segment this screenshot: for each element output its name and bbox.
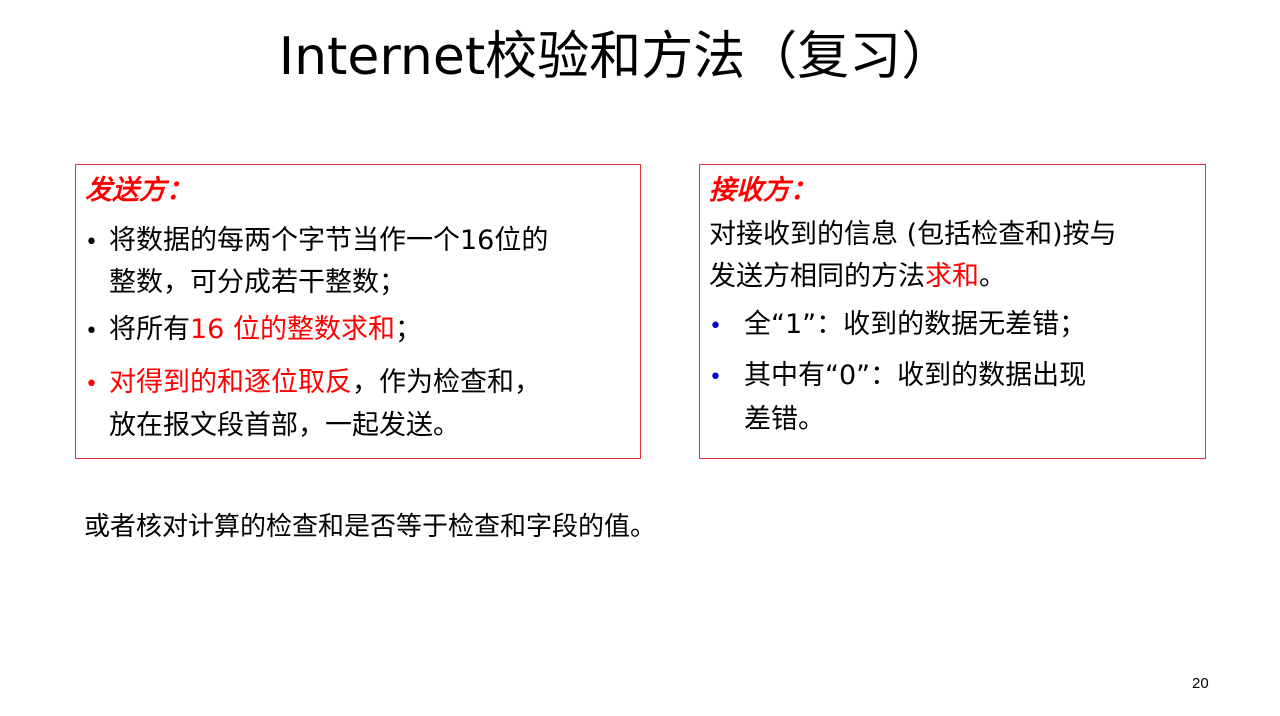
sender-bullet-1-line-1: 将数据的每两个字节当作一个16位的	[109, 225, 549, 256]
sender-bullet-2-prefix: 将所有	[109, 314, 190, 345]
receiver-line-2-suffix: 。	[979, 261, 1006, 292]
sender-box: 发送方： • 将数据的每两个字节当作一个16位的 整数，可分成若干整数； • 将…	[75, 164, 641, 459]
sender-bullet-2: 将所有16 位的整数求和；	[109, 312, 422, 348]
bullet-dot: •	[85, 319, 98, 344]
sender-bullet-3-line-1: 对得到的和逐位取反，作为检查和，	[109, 365, 541, 401]
receiver-bullet-2-line-2: 差错。	[744, 404, 825, 435]
sender-bullet-3-suffix: ，作为检查和，	[352, 367, 541, 398]
receiver-box: 接收方： 对接收到的信息 (包括检查和)按与 发送方相同的方法求和。 • 全“1…	[699, 164, 1206, 459]
bullet-dot: •	[85, 372, 98, 397]
sender-bullet-2-suffix: ；	[394, 314, 422, 345]
page-number: 20	[1192, 675, 1209, 692]
sender-bullet-1-line-2: 整数，可分成若干整数；	[109, 267, 406, 298]
receiver-heading: 接收方：	[709, 175, 817, 206]
receiver-bullet-2-line-1: 其中有“0”：收到的数据出现	[744, 360, 1087, 391]
sender-heading: 发送方：	[85, 175, 193, 206]
receiver-line-2-highlight: 求和	[925, 261, 979, 292]
sender-bullet-3-line-2: 放在报文段首部，一起发送。	[109, 410, 460, 441]
bullet-dot: •	[709, 314, 722, 339]
receiver-line-2-prefix: 发送方相同的方法	[709, 261, 925, 292]
sender-bullet-3-highlight: 对得到的和逐位取反	[109, 367, 352, 398]
bullet-dot: •	[85, 230, 98, 255]
receiver-bullet-1: 全“1”：收到的数据无差错；	[744, 309, 1087, 340]
slide-title: Internet校验和方法（复习）	[278, 27, 954, 87]
bullet-dot: •	[709, 365, 722, 390]
footer-note: 或者核对计算的检查和是否等于检查和字段的值。	[84, 512, 657, 542]
receiver-line-1: 对接收到的信息 (包括检查和)按与	[709, 219, 1117, 250]
receiver-line-2: 发送方相同的方法求和。	[709, 259, 1006, 295]
sender-bullet-2-highlight: 16 位的整数求和	[190, 314, 395, 345]
